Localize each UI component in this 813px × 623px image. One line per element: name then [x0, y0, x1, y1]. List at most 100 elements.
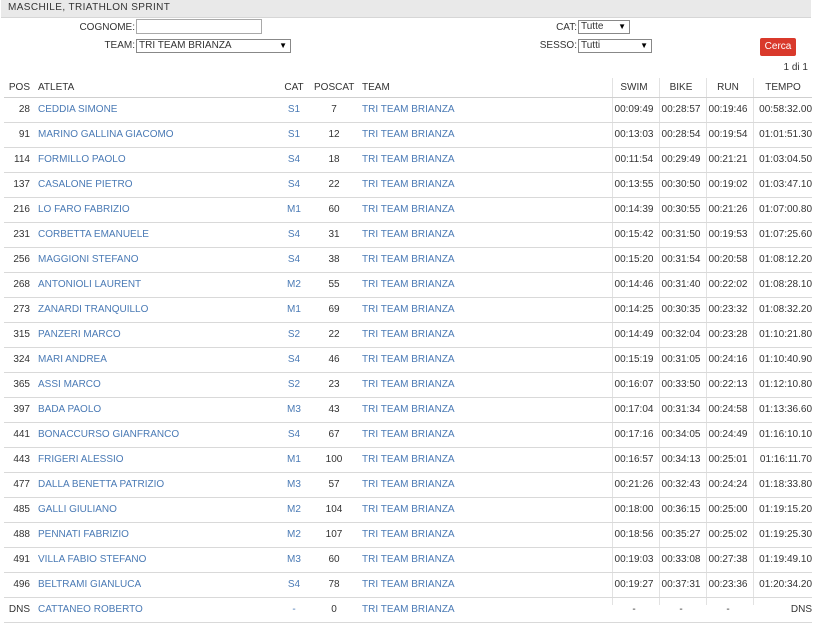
category-link[interactable]: S4 [284, 173, 304, 197]
team-link[interactable]: TRI TEAM BRIANZA [362, 298, 455, 322]
team-link[interactable]: TRI TEAM BRIANZA [362, 473, 455, 497]
category-position-cell: 12 [328, 129, 340, 140]
bike-time-cell: 00:31:50 [661, 229, 701, 240]
col-run-header[interactable]: RUN [704, 78, 752, 97]
col-tempo-header[interactable]: TEMPO [754, 78, 812, 97]
table-row: 137 CASALONE PIETRO S4 22 TRI TEAM BRIAN… [4, 173, 812, 198]
pos-cell: 315 [13, 329, 30, 340]
category-position-cell: 104 [325, 504, 343, 515]
team-link[interactable]: TRI TEAM BRIANZA [362, 373, 455, 397]
athlete-link[interactable]: PENNATI FABRIZIO [38, 523, 129, 547]
team-link[interactable]: TRI TEAM BRIANZA [362, 248, 455, 272]
athlete-link[interactable]: PANZERI MARCO [38, 323, 121, 347]
category-link[interactable]: M2 [284, 523, 304, 547]
team-link[interactable]: TRI TEAM BRIANZA [362, 498, 455, 522]
col-atleta-header[interactable]: ATLETA [38, 78, 74, 97]
team-link[interactable]: TRI TEAM BRIANZA [362, 123, 455, 147]
athlete-link[interactable]: VILLA FABIO STEFANO [38, 548, 146, 572]
col-bike-header[interactable]: BIKE [657, 78, 705, 97]
team-link[interactable]: TRI TEAM BRIANZA [362, 223, 455, 247]
team-link[interactable]: TRI TEAM BRIANZA [362, 323, 455, 347]
pos-cell: 443 [13, 454, 30, 465]
athlete-link[interactable]: GALLI GIULIANO [38, 498, 117, 522]
col-poscat-header[interactable]: POSCAT [314, 78, 354, 97]
team-link[interactable]: TRI TEAM BRIANZA [362, 598, 455, 622]
total-time-cell: 01:19:15.20 [759, 504, 812, 515]
athlete-link[interactable]: LO FARO FABRIZIO [38, 198, 130, 222]
table-row: 216 LO FARO FABRIZIO M1 60 TRI TEAM BRIA… [4, 198, 812, 223]
team-link[interactable]: TRI TEAM BRIANZA [362, 523, 455, 547]
athlete-link[interactable]: CEDDIA SIMONE [38, 98, 117, 122]
table-row: 443 FRIGERI ALESSIO M1 100 TRI TEAM BRIA… [4, 448, 812, 473]
athlete-link[interactable]: FORMILLO PAOLO [38, 148, 126, 172]
cognome-input[interactable] [136, 19, 262, 34]
team-link[interactable]: TRI TEAM BRIANZA [362, 273, 455, 297]
category-link[interactable]: S1 [284, 123, 304, 147]
athlete-link[interactable]: MAGGIONI STEFANO [38, 248, 139, 272]
category-link[interactable]: S4 [284, 573, 304, 597]
col-cat-header[interactable]: CAT [284, 78, 304, 97]
category-link[interactable]: S1 [284, 98, 304, 122]
category-link[interactable]: S2 [284, 373, 304, 397]
category-link[interactable]: S2 [284, 323, 304, 347]
category-link[interactable]: M3 [284, 398, 304, 422]
category-link[interactable]: S4 [284, 348, 304, 372]
pos-cell: 485 [13, 504, 30, 515]
swim-time-cell: 00:19:27 [614, 579, 654, 590]
athlete-link[interactable]: ASSI MARCO [38, 373, 101, 397]
search-button[interactable]: Cerca [760, 38, 796, 56]
team-link[interactable]: TRI TEAM BRIANZA [362, 148, 455, 172]
table-row: 114 FORMILLO PAOLO S4 18 TRI TEAM BRIANZ… [4, 148, 812, 173]
sesso-select[interactable]: Tutti ▼ [578, 39, 652, 53]
team-select[interactable]: TRI TEAM BRIANZA ▼ [136, 39, 291, 53]
page-title-bar: MASCHILE, TRIATHLON SPRINT [1, 0, 811, 18]
team-link[interactable]: TRI TEAM BRIANZA [362, 423, 455, 447]
athlete-link[interactable]: MARINO GALLINA GIACOMO [38, 123, 174, 147]
swim-time-cell: 00:18:00 [614, 504, 654, 515]
run-time-cell: 00:27:38 [708, 554, 748, 565]
cat-select[interactable]: Tutte ▼ [578, 20, 630, 34]
team-link[interactable]: TRI TEAM BRIANZA [362, 398, 455, 422]
team-link[interactable]: TRI TEAM BRIANZA [362, 573, 455, 597]
cat-label: CAT: [556, 22, 577, 33]
category-link[interactable]: S4 [284, 423, 304, 447]
team-link[interactable]: TRI TEAM BRIANZA [362, 548, 455, 572]
category-position-cell: 107 [325, 529, 343, 540]
col-swim-header[interactable]: SWIM [610, 78, 658, 97]
team-link[interactable]: TRI TEAM BRIANZA [362, 348, 455, 372]
athlete-link[interactable]: ZANARDI TRANQUILLO [38, 298, 148, 322]
category-link[interactable]: M2 [284, 498, 304, 522]
athlete-link[interactable]: BONACCURSO GIANFRANCO [38, 423, 179, 447]
team-link[interactable]: TRI TEAM BRIANZA [362, 173, 455, 197]
bike-time-cell: 00:30:35 [661, 304, 701, 315]
athlete-link[interactable]: BADA PAOLO [38, 398, 101, 422]
category-link[interactable]: S4 [284, 148, 304, 172]
col-pos-header[interactable]: POS [4, 78, 30, 97]
swim-time-cell: 00:14:49 [614, 329, 654, 340]
swim-time-cell: 00:15:42 [614, 229, 654, 240]
team-link[interactable]: TRI TEAM BRIANZA [362, 448, 455, 472]
category-link[interactable]: S4 [284, 248, 304, 272]
team-link[interactable]: TRI TEAM BRIANZA [362, 98, 455, 122]
athlete-link[interactable]: DALLA BENETTA PATRIZIO [38, 473, 164, 497]
team-link[interactable]: TRI TEAM BRIANZA [362, 198, 455, 222]
category-link[interactable]: M2 [284, 273, 304, 297]
athlete-link[interactable]: CASALONE PIETRO [38, 173, 132, 197]
category-link[interactable]: M1 [284, 198, 304, 222]
run-time-cell: 00:19:54 [708, 129, 748, 140]
category-link[interactable]: M3 [284, 548, 304, 572]
col-team-header[interactable]: TEAM [362, 78, 390, 97]
athlete-link[interactable]: MARI ANDREA [38, 348, 107, 372]
category-link[interactable]: M3 [284, 473, 304, 497]
athlete-link[interactable]: CORBETTA EMANUELE [38, 223, 149, 247]
team-label: TEAM: [104, 40, 135, 51]
category-link[interactable]: M1 [284, 298, 304, 322]
category-link[interactable]: - [284, 598, 304, 622]
athlete-link[interactable]: ANTONIOLI LAURENT [38, 273, 141, 297]
category-link[interactable]: M1 [284, 448, 304, 472]
athlete-link[interactable]: BELTRAMI GIANLUCA [38, 573, 141, 597]
athlete-link[interactable]: CATTANEO ROBERTO [38, 598, 143, 622]
athlete-link[interactable]: FRIGERI ALESSIO [38, 448, 124, 472]
table-row: 315 PANZERI MARCO S2 22 TRI TEAM BRIANZA… [4, 323, 812, 348]
category-link[interactable]: S4 [284, 223, 304, 247]
